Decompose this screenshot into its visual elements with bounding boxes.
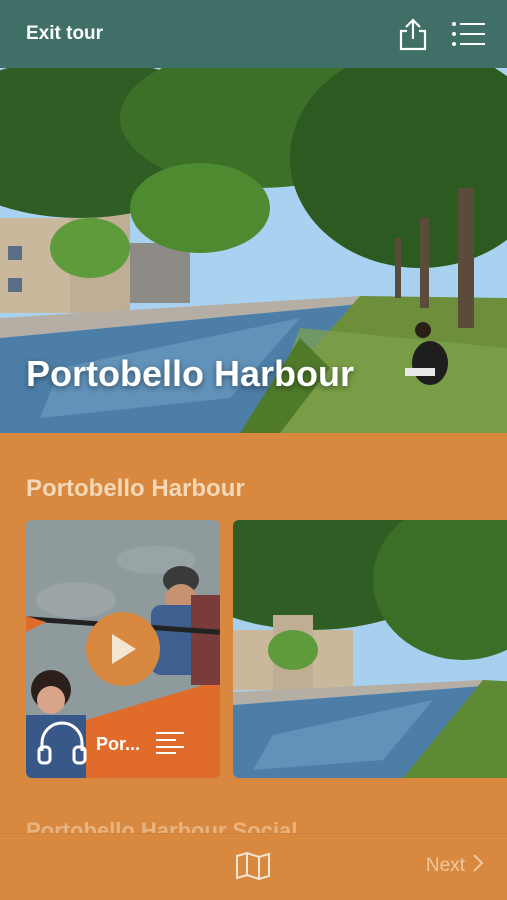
hero-title: Portobello Harbour — [26, 353, 355, 394]
list-icon[interactable] — [451, 21, 485, 47]
next-section-title: Portobello Harbour Social — [26, 818, 298, 833]
top-bar: Exit tour — [0, 0, 507, 68]
top-actions — [397, 17, 485, 51]
exit-tour-button[interactable]: Exit tour — [26, 23, 397, 45]
share-icon[interactable] — [397, 17, 429, 51]
play-icon — [112, 634, 136, 664]
next-button[interactable]: Next — [425, 854, 484, 878]
hero-image: Portobello Harbour — [0, 68, 507, 433]
card-label: Por... — [96, 734, 141, 754]
section-title: Portobello Harbour — [26, 475, 245, 502]
map-icon[interactable] — [235, 851, 271, 885]
content-area: Portobello Harbour Por... Portobello Har… — [0, 433, 507, 833]
card-footer: Por... — [36, 719, 208, 770]
audio-card[interactable]: Por... — [26, 520, 220, 778]
headphones-icon — [36, 719, 88, 770]
image-card[interactable] — [233, 520, 507, 778]
bottom-bar: Next — [0, 833, 507, 900]
next-label: Next — [425, 855, 465, 876]
play-button[interactable] — [86, 612, 160, 686]
menu-lines-icon[interactable] — [156, 730, 184, 759]
chevron-right-icon — [473, 854, 484, 878]
canal-thumbnail-image — [233, 520, 507, 778]
